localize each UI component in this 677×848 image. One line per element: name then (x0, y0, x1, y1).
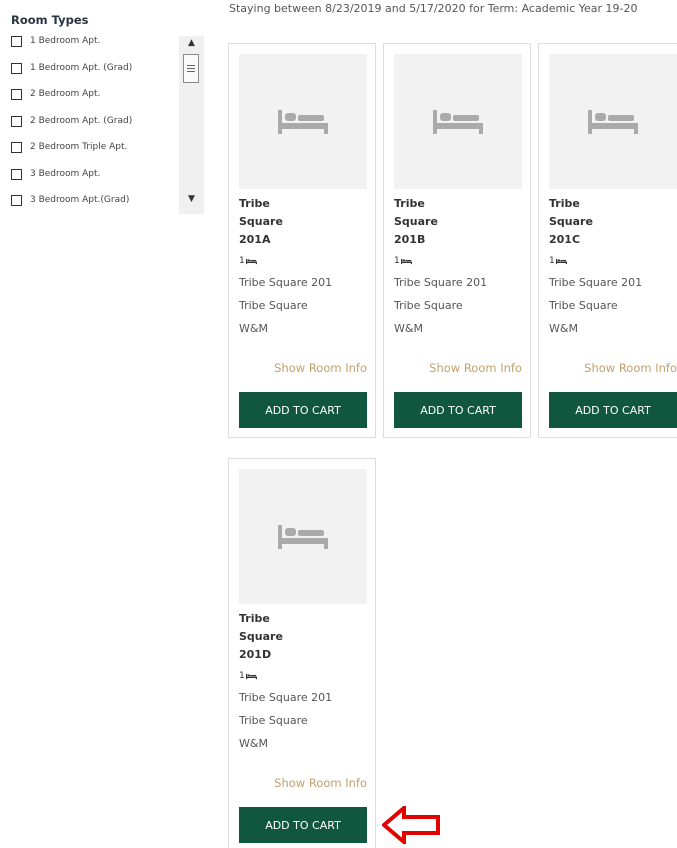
bed-icon (245, 673, 257, 679)
add-to-cart-button[interactable]: ADD TO CART (549, 392, 677, 428)
checkbox[interactable] (11, 62, 22, 74)
room-type-option[interactable]: 3 Bedroom Apt.(Grad) (11, 195, 181, 214)
bed-count: 1 (549, 256, 567, 266)
area-name: Tribe Square (394, 299, 463, 312)
room-type-option[interactable]: 2 Bedroom Apt. (Grad) (11, 115, 181, 143)
checkbox[interactable] (11, 115, 22, 127)
bed-count-value: 1 (394, 256, 400, 266)
bed-icon (245, 258, 257, 264)
show-room-info-link[interactable]: Show Room Info (549, 361, 677, 375)
room-types-heading: Room Types (11, 13, 89, 27)
bed-icon (433, 109, 483, 134)
room-type-label: 2 Bedroom Triple Apt. (30, 142, 128, 152)
campus-name: W&M (394, 322, 423, 335)
room-type-option[interactable]: 3 Bedroom Apt. (11, 168, 181, 196)
bed-count: 1 (239, 671, 257, 681)
room-image-placeholder (394, 54, 522, 189)
room-type-option[interactable]: 2 Bedroom Triple Apt. (11, 142, 181, 169)
building-line: Tribe Square 201 (239, 691, 333, 704)
building-line: Tribe Square 201 (239, 276, 333, 289)
room-type-option[interactable]: 1 Bedroom Apt. (Grad) (11, 62, 181, 90)
room-type-label: 3 Bedroom Apt.(Grad) (30, 195, 130, 205)
area-name: Tribe Square (239, 714, 308, 727)
room-image-placeholder (239, 54, 367, 189)
scroll-up-arrow-icon[interactable]: ▲ (179, 36, 204, 52)
show-room-info-link[interactable]: Show Room Info (239, 776, 367, 790)
room-title: Tribe Square 201D (239, 612, 283, 661)
stay-dates-text: Staying between 8/23/2019 and 5/17/2020 … (229, 2, 638, 15)
room-type-label: 2 Bedroom Apt. (Grad) (30, 115, 133, 126)
room-types-filter: Room Types 1 Bedroom Apt. 1 Bedroom Apt.… (11, 12, 211, 214)
checkbox[interactable] (11, 168, 22, 180)
room-title: Tribe Square 201B (394, 197, 438, 246)
bed-icon (278, 109, 328, 134)
room-card: Tribe Square 201C 1 Tribe Square 201 Tri… (538, 43, 677, 438)
list-scrollbar[interactable]: ▲ ▼ (179, 36, 204, 214)
building-line: Tribe Square 201 (394, 276, 488, 289)
room-types-list[interactable]: 1 Bedroom Apt. 1 Bedroom Apt. (Grad) 2 B… (11, 36, 211, 214)
room-card: Tribe Square 201D 1 Tribe Square 201 Tri… (228, 458, 376, 848)
checkbox[interactable] (11, 195, 22, 206)
red-arrow-icon (382, 806, 440, 844)
scroll-down-arrow-icon[interactable]: ▼ (179, 190, 204, 208)
area-name: Tribe Square (549, 299, 618, 312)
room-type-label: 1 Bedroom Apt. (Grad) (30, 62, 133, 73)
room-image-placeholder (239, 469, 367, 604)
room-card: Tribe Square 201B 1 Tribe Square 201 Tri… (383, 43, 531, 438)
bed-icon (400, 258, 412, 264)
show-room-info-link[interactable]: Show Room Info (394, 361, 522, 375)
room-type-option[interactable]: 1 Bedroom Apt. (11, 36, 181, 63)
room-type-option[interactable]: 2 Bedroom Apt. (11, 89, 181, 116)
bed-icon (588, 109, 638, 134)
bed-count: 1 (239, 256, 257, 266)
room-image-placeholder (549, 54, 677, 189)
bed-count-value: 1 (239, 671, 245, 681)
bed-count: 1 (394, 256, 412, 266)
room-title: Tribe Square 201A (239, 197, 283, 246)
room-type-label: 2 Bedroom Apt. (30, 89, 101, 99)
checkbox[interactable] (11, 36, 22, 47)
add-to-cart-button[interactable]: ADD TO CART (239, 392, 367, 428)
campus-name: W&M (239, 322, 268, 335)
campus-name: W&M (549, 322, 578, 335)
room-type-label: 3 Bedroom Apt. (30, 168, 101, 179)
campus-name: W&M (239, 737, 268, 750)
bed-icon (278, 524, 328, 549)
checkbox[interactable] (11, 142, 22, 153)
checkbox[interactable] (11, 89, 22, 100)
room-card: Tribe Square 201A 1 Tribe Square 201 Tri… (228, 43, 376, 438)
add-to-cart-button[interactable]: ADD TO CART (239, 807, 367, 843)
building-line: Tribe Square 201 (549, 276, 643, 289)
bed-count-value: 1 (549, 256, 555, 266)
scroll-thumb[interactable] (183, 54, 199, 83)
area-name: Tribe Square (239, 299, 308, 312)
add-to-cart-button[interactable]: ADD TO CART (394, 392, 522, 428)
bed-count-value: 1 (239, 256, 245, 266)
show-room-info-link[interactable]: Show Room Info (239, 361, 367, 375)
bed-icon (555, 258, 567, 264)
room-title: Tribe Square 201C (549, 197, 593, 246)
room-type-label: 1 Bedroom Apt. (30, 36, 101, 46)
